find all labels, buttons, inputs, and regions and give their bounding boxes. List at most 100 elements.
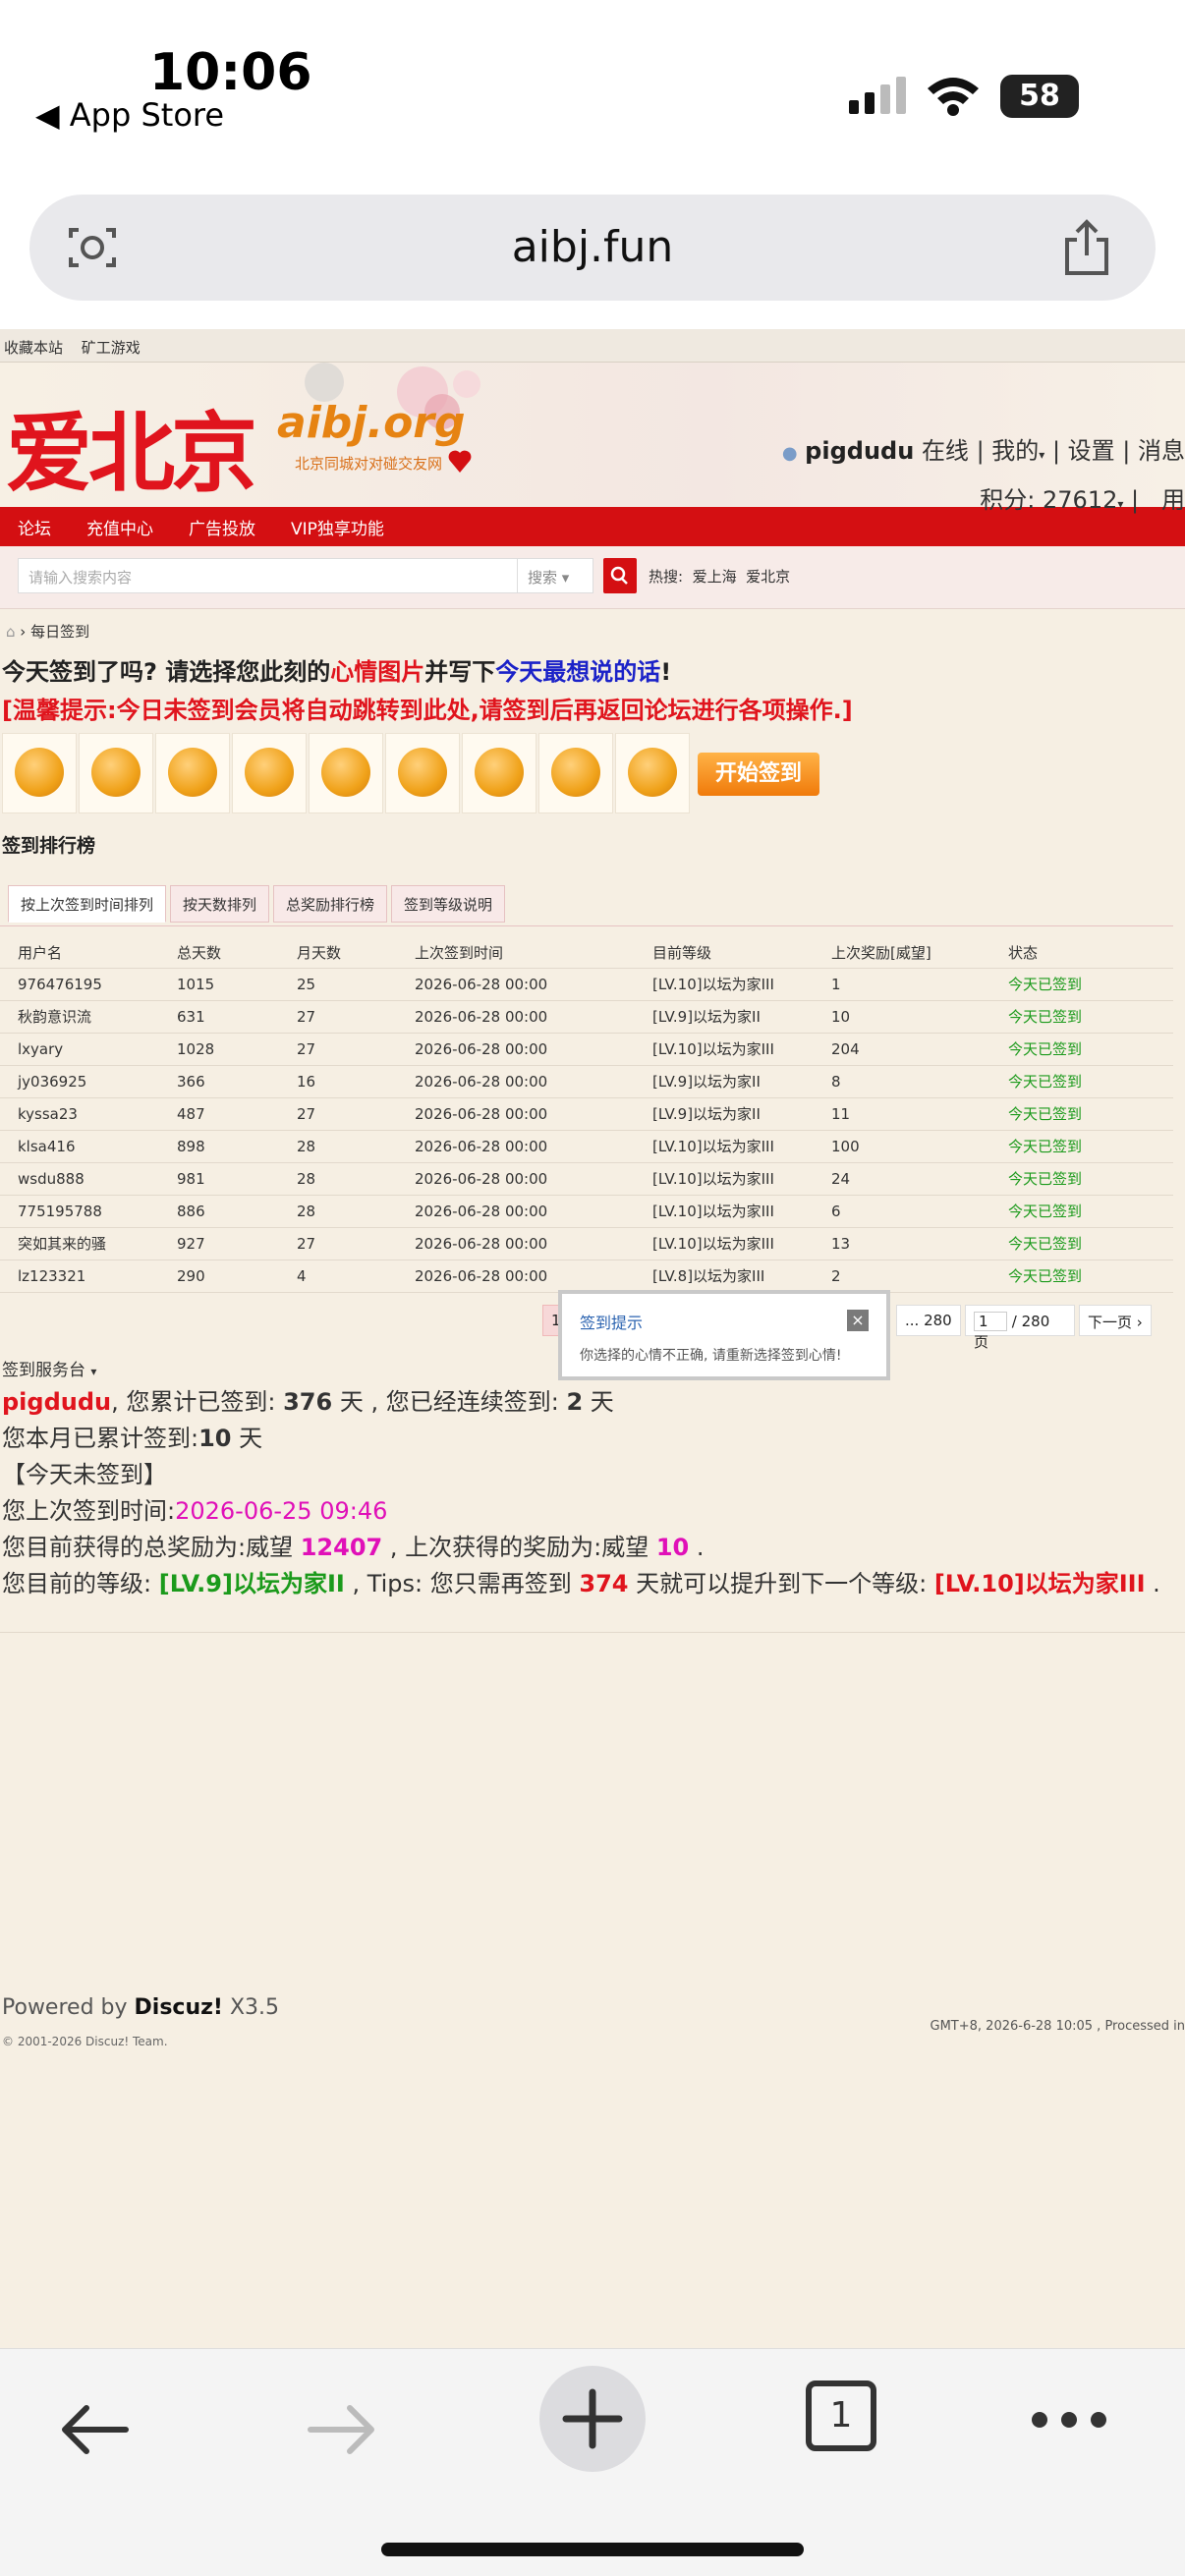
search-type-select[interactable]: 搜索 ▾ (517, 558, 593, 593)
breadcrumb-current[interactable]: 每日签到 (30, 623, 89, 641)
mood-sweat-icon[interactable] (385, 733, 460, 813)
cell-total-days: 886 (177, 1195, 297, 1228)
copyright: © 2001-2026 Discuz! Team. (2, 2035, 168, 2048)
cell-status: 今天已签到 (1008, 1033, 1173, 1066)
current-level: [LV.9]以坛为家II (158, 1569, 345, 1597)
url-text: aibj.fun (511, 222, 674, 272)
cell-level: [LV.9]以坛为家II (652, 1097, 831, 1131)
cell-month-days: 4 (297, 1260, 415, 1293)
points-link[interactable]: 积分: 27612 (980, 486, 1117, 514)
col-username: 用户名 (0, 938, 177, 969)
service-title-text: 签到服务台 (2, 1360, 85, 1380)
cell-last-time: 2026-06-28 00:00 (415, 1065, 652, 1098)
cell-username[interactable]: lz123321 (0, 1260, 177, 1293)
summary-username[interactable]: pigdudu (2, 1388, 111, 1416)
mood-dizzy-icon[interactable] (155, 733, 230, 813)
prompt-text: 今天签到了吗? 请选择您此刻的 (2, 658, 331, 686)
cell-username[interactable]: wsdu888 (0, 1162, 177, 1196)
mood-sleepy-icon[interactable] (232, 733, 307, 813)
cell-last-time: 2026-06-28 00:00 (415, 1033, 652, 1066)
cell-username[interactable]: 976476195 (0, 968, 177, 1001)
cell-username[interactable]: jy036925 (0, 1065, 177, 1098)
hot-search: 热搜: 爱上海 爱北京 (649, 566, 790, 587)
cell-level: [LV.10]以坛为家III (652, 1162, 831, 1196)
cell-last-time: 2026-06-28 00:00 (415, 1162, 652, 1196)
share-icon[interactable] (1059, 218, 1114, 277)
cell-level: [LV.9]以坛为家II (652, 1000, 831, 1034)
month-days: 10 (198, 1424, 232, 1452)
url-field[interactable]: aibj.fun (29, 195, 1156, 301)
back-to-app-button[interactable]: ◀ App Store (35, 96, 224, 134)
powered-text: Powered by (2, 1995, 135, 2020)
start-checkin-button[interactable]: 开始签到 (698, 753, 819, 796)
forward-arrow-icon[interactable] (305, 2400, 379, 2459)
mood-sad-icon[interactable] (79, 733, 153, 813)
table-header-row: 用户名 总天数 月天数 上次签到时间 目前等级 上次奖励[威望] 状态 (0, 938, 1173, 969)
cell-total-days: 366 (177, 1065, 297, 1098)
summary-text: , 上次获得的奖励为:威望 (382, 1533, 656, 1561)
mood-angry-icon[interactable] (309, 733, 383, 813)
not-checked-in: 【今天未签到】 (2, 1460, 167, 1488)
hot-item[interactable]: 爱上海 (693, 568, 737, 586)
user-more-link[interactable]: 用 (1161, 486, 1185, 514)
hot-item[interactable]: 爱北京 (746, 568, 790, 586)
checkin-summary: pigdudu, 您累计已签到: 376 天 , 您已经连续签到: 2 天 您本… (0, 1380, 1185, 1602)
cell-month-days: 27 (297, 1227, 415, 1260)
bookmark-site-link[interactable]: 收藏本站 (4, 339, 63, 357)
tab-switcher-button[interactable]: 1 (806, 2380, 876, 2451)
close-icon[interactable]: × (847, 1310, 869, 1331)
cell-username[interactable]: 秋韵意识流 (0, 1000, 177, 1034)
mining-game-link[interactable]: 矿工游戏 (82, 339, 141, 357)
cell-username[interactable]: kyssa23 (0, 1097, 177, 1131)
page-last[interactable]: ... 280 (896, 1304, 961, 1336)
summary-text: . (689, 1533, 705, 1561)
mood-happy-icon[interactable] (2, 733, 77, 813)
tab-total-reward[interactable]: 总奖励排行榜 (273, 885, 388, 923)
cell-username[interactable]: klsa416 (0, 1130, 177, 1163)
cell-month-days: 28 (297, 1195, 415, 1228)
cell-status: 今天已签到 (1008, 1097, 1173, 1131)
search-button[interactable] (603, 558, 637, 593)
cell-username[interactable]: 775195788 (0, 1195, 177, 1228)
summary-text: , 您累计已签到: (111, 1387, 284, 1416)
user-menu: ● pigdudu 在线 | 我的▾ | 设置 | 消息 (781, 437, 1185, 465)
tab-by-days[interactable]: 按天数排列 (170, 885, 270, 923)
cell-username[interactable]: lxyary (0, 1033, 177, 1066)
cell-last-reward: 13 (831, 1227, 1008, 1260)
settings-link[interactable]: 设置 (1068, 437, 1115, 465)
next-level: [LV.10]以坛为家III (933, 1569, 1146, 1597)
cell-level: [LV.10]以坛为家III (652, 1130, 831, 1163)
nav-recharge[interactable]: 充值中心 (86, 515, 153, 539)
mood-cry-icon[interactable] (615, 733, 690, 813)
cell-username[interactable]: 突如其来的骚 (0, 1227, 177, 1260)
streak-days: 2 (566, 1387, 584, 1416)
nav-vip[interactable]: VIP独享功能 (291, 515, 384, 539)
breadcrumb: ⌂ › 每日签到 (6, 623, 90, 641)
site-logo[interactable]: 爱北京 (6, 384, 257, 509)
ranking-tabs: 按上次签到时间排列 按天数排列 总奖励排行榜 签到等级说明 (0, 858, 1173, 926)
tab-level-info[interactable]: 签到等级说明 (391, 885, 506, 923)
nav-forum[interactable]: 论坛 (18, 515, 51, 539)
tab-by-last-time[interactable]: 按上次签到时间排列 (8, 885, 167, 923)
nav-ads[interactable]: 广告投放 (189, 515, 255, 539)
home-icon[interactable]: ⌂ (6, 623, 16, 641)
search-input[interactable]: 请输入搜索内容 (18, 558, 519, 593)
my-menu[interactable]: 我的 (991, 437, 1039, 465)
mood-bored-icon[interactable] (538, 733, 613, 813)
site-topbar: 收藏本站 矿工游戏 (0, 329, 1185, 363)
online-status[interactable]: 在线 (922, 437, 969, 465)
total-reward: 12407 (300, 1533, 383, 1561)
summary-text: 您上次签到时间: (2, 1496, 176, 1525)
mood-smirk-icon[interactable] (462, 733, 536, 813)
cell-status: 今天已签到 (1008, 968, 1173, 1001)
next-page-button[interactable]: 下一页 › (1079, 1304, 1152, 1336)
new-tab-plus-icon[interactable] (538, 2365, 647, 2473)
page-input[interactable]: 1 (974, 1311, 1007, 1331)
points-menu: 积分: 27612▾ | 用 (980, 486, 1185, 514)
back-arrow-icon[interactable] (57, 2400, 132, 2459)
browser-address-bar: aibj.fun (0, 157, 1185, 329)
discuz-link[interactable]: Discuz! (135, 1995, 223, 2020)
messages-link[interactable]: 消息 (1138, 437, 1185, 465)
more-menu-icon[interactable] (1030, 2410, 1108, 2430)
username-link[interactable]: pigdudu (805, 437, 914, 465)
